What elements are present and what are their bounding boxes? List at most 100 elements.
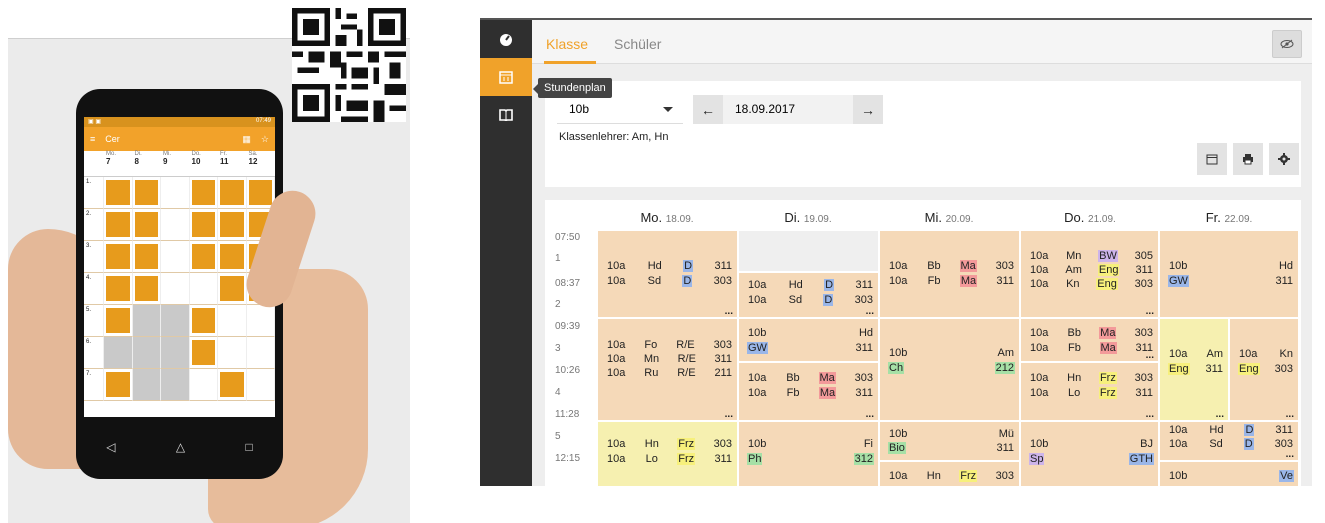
phone-lesson-cell[interactable]: [132, 337, 161, 369]
phone-lesson-cell[interactable]: [189, 241, 218, 273]
phone-lesson-cell[interactable]: [104, 273, 133, 305]
more-icon[interactable]: ...: [725, 307, 733, 317]
lesson-field: Hn: [1067, 372, 1082, 384]
more-icon[interactable]: ...: [1286, 450, 1294, 460]
phone-lesson-cell[interactable]: [218, 337, 247, 369]
phone-calendar-icon[interactable]: ▦: [242, 134, 251, 145]
phone-lesson-cell[interactable]: [132, 273, 161, 305]
previous-week-button[interactable]: ←: [693, 95, 723, 124]
phone-lesson-cell[interactable]: [218, 369, 247, 401]
qr-code-icon: [292, 8, 406, 122]
more-icon[interactable]: ...: [725, 410, 733, 420]
phone-day-0: Mo. 7: [106, 151, 117, 166]
phone-lesson-cell[interactable]: [218, 273, 247, 305]
phone-lesson-cell[interactable]: [161, 369, 190, 401]
sidebar-item-book[interactable]: [480, 96, 532, 134]
lesson-block[interactable]: 10a Hd D 311 10a Sd D 303...: [597, 230, 738, 318]
settings-button[interactable]: [1269, 143, 1299, 175]
phone-lesson-cell[interactable]: [104, 177, 133, 209]
phone-nav-bar: ◁ △ □: [76, 433, 283, 461]
lesson-block[interactable]: 10b Am Ch 212: [879, 318, 1020, 421]
phone-lesson-cell[interactable]: [189, 177, 218, 209]
lesson-block[interactable]: 10a Hd D 311 10a Sd D 303...: [738, 272, 879, 318]
phone-lesson-cell[interactable]: [132, 305, 161, 337]
phone-lesson-cell[interactable]: [246, 369, 275, 401]
phone-lesson-cell[interactable]: [161, 209, 190, 241]
lesson-block[interactable]: 10a Bb Ma 303 10a Fb Ma 311...: [1020, 318, 1159, 362]
more-icon[interactable]: ...: [1146, 307, 1154, 317]
phone-lesson-cell[interactable]: [246, 305, 275, 337]
lesson-block[interactable]: 10b Ve: [1159, 461, 1299, 486]
visibility-toggle-button[interactable]: [1272, 30, 1302, 58]
lesson-block[interactable]: 10b BJ Sp GTH: [1020, 421, 1159, 486]
phone-lesson-cell[interactable]: [161, 273, 190, 305]
lesson-row: 10b Ve: [1168, 470, 1294, 482]
recents-icon[interactable]: □: [246, 440, 253, 454]
phone-lesson-cell[interactable]: [161, 177, 190, 209]
phone-lesson-cell[interactable]: [104, 241, 133, 273]
phone-menu-icon[interactable]: ≡: [90, 134, 95, 144]
phone-lesson-cell[interactable]: [132, 241, 161, 273]
more-icon[interactable]: ...: [866, 410, 874, 420]
lesson-block[interactable]: 10a Fo R/E 303 10a Mn R/E 311 10a Ru R/E 211...: [597, 318, 738, 421]
tab-schueler[interactable]: Schüler: [614, 36, 661, 52]
phone-lesson-cell[interactable]: [132, 369, 161, 401]
calendar-export-button[interactable]: [1197, 143, 1227, 175]
phone-lesson-cell[interactable]: [132, 177, 161, 209]
more-icon[interactable]: ...: [1216, 410, 1224, 420]
lesson-field: R/E: [677, 353, 696, 365]
more-icon[interactable]: ...: [1146, 410, 1154, 420]
day-header-3: Do. 21.09.: [1064, 210, 1116, 225]
lesson-field: Am: [1065, 264, 1082, 276]
more-icon[interactable]: ...: [866, 307, 874, 317]
home-icon[interactable]: △: [176, 440, 185, 454]
lesson-block[interactable]: 10a Hn Frz 303 10a Lo Frz 311: [597, 421, 738, 486]
lesson-block[interactable]: 10b Mü Bio 311: [879, 421, 1020, 461]
lesson-block[interactable]: 10b Fi Ph 312: [738, 421, 879, 486]
lesson-field: Eng: [1096, 278, 1118, 290]
phone-lesson-cell[interactable]: [161, 241, 190, 273]
lesson-block[interactable]: 10a Hn Frz 303 10a Lo Frz 311...: [1020, 362, 1159, 421]
lesson-block[interactable]: 10a Mn BW 305 10a Am Eng 311 10a Kn Eng 303...: [1020, 230, 1159, 318]
back-icon[interactable]: ◁: [106, 440, 115, 454]
lesson-block[interactable]: 10b Hd GW 311: [738, 318, 879, 362]
lesson-block[interactable]: 10a Hn Frz 303: [879, 461, 1020, 486]
lesson-block[interactable]: 10a Kn Eng 303...: [1229, 318, 1299, 421]
phone-lesson-cell[interactable]: [189, 209, 218, 241]
lesson-block[interactable]: 10a Hd D 311 10a Sd D 303...: [1159, 421, 1299, 461]
date-input[interactable]: 18.09.2017: [723, 95, 853, 124]
phone-lesson-cell[interactable]: [161, 337, 190, 369]
more-icon[interactable]: ...: [1146, 351, 1154, 361]
lesson-block[interactable]: 10a Bb Ma 303 10a Fb Ma 311...: [738, 362, 879, 421]
class-select[interactable]: 10b: [557, 95, 683, 124]
phone-lesson-cell[interactable]: [132, 209, 161, 241]
lesson-block[interactable]: 10b Hd GW 311: [1159, 230, 1299, 318]
lesson-field: Eng: [1168, 363, 1190, 375]
sidebar-item-dashboard[interactable]: [480, 20, 532, 58]
sidebar-item-timetable[interactable]: [480, 58, 532, 96]
lesson-block[interactable]: 10a Bb Ma 303 10a Fb Ma 311: [879, 230, 1020, 318]
phone-lesson-cell[interactable]: [189, 305, 218, 337]
phone-lesson-cell[interactable]: [218, 305, 247, 337]
phone-lesson-cell[interactable]: [218, 241, 247, 273]
phone-lesson-cell[interactable]: [189, 273, 218, 305]
print-icon: [1243, 154, 1253, 165]
phone-lesson-cell[interactable]: [104, 209, 133, 241]
next-week-button[interactable]: →: [853, 95, 883, 124]
phone-lesson-cell[interactable]: [246, 337, 275, 369]
phone-lesson-cell[interactable]: [218, 209, 247, 241]
lesson-field: 303: [854, 372, 873, 384]
phone-star-icon[interactable]: ☆: [261, 134, 269, 145]
phone-lesson-cell[interactable]: [189, 369, 218, 401]
phone-lesson-cell[interactable]: [161, 305, 190, 337]
phone-lesson-cell[interactable]: [104, 305, 133, 337]
tab-klasse[interactable]: Klasse: [546, 36, 588, 52]
phone-lesson-cell[interactable]: [218, 177, 247, 209]
phone-lesson-cell[interactable]: [104, 337, 133, 369]
phone-lesson-cell[interactable]: [189, 337, 218, 369]
more-icon[interactable]: ...: [1286, 410, 1294, 420]
phone-lesson-cell[interactable]: [104, 369, 133, 401]
lesson-block[interactable]: 10a Am Eng 311...: [1159, 318, 1229, 421]
print-button[interactable]: [1233, 143, 1263, 175]
lesson-field: 303: [1134, 372, 1153, 384]
